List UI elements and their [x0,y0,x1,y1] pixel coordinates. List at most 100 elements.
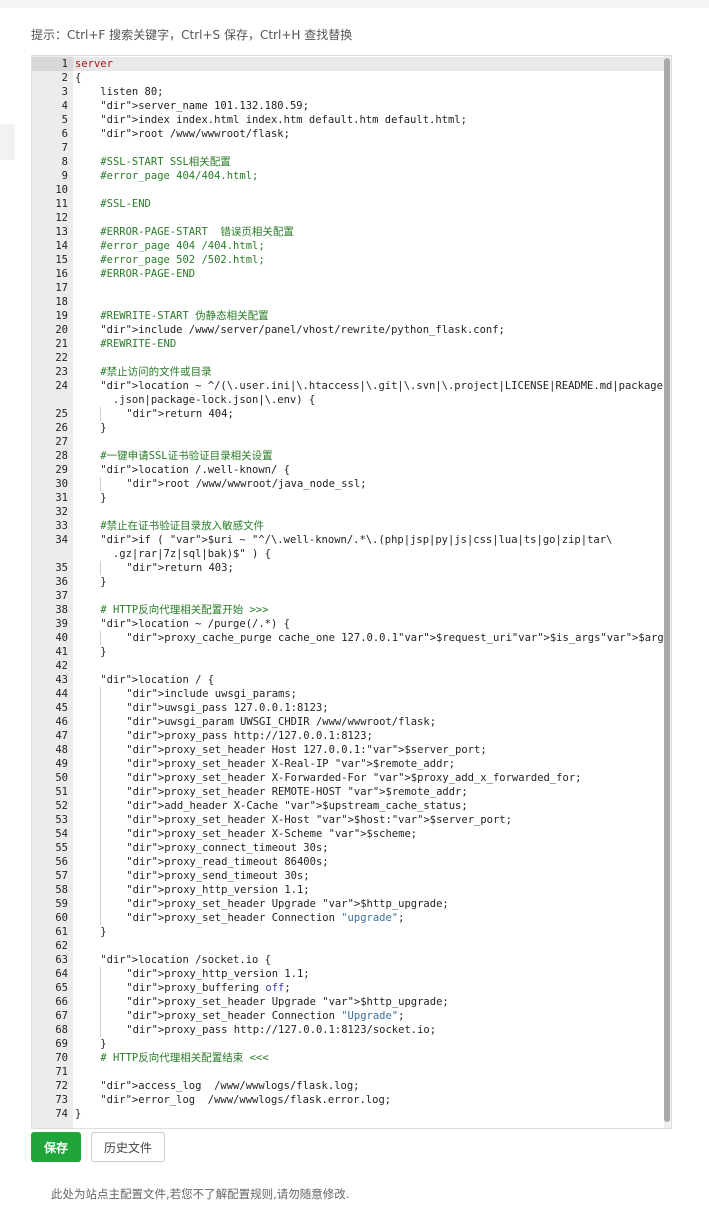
code-line[interactable]: 51 "dir">proxy_set_header REMOTE-HOST "v… [32,785,671,799]
code-line[interactable]: 1 server [32,57,671,71]
code-line[interactable]: 35 "dir">return 403; [32,561,671,575]
line-code[interactable]: "dir">index index.html index.htm default… [75,113,467,127]
line-code[interactable]: "dir">location /socket.io { [75,953,271,967]
code-line[interactable]: 6 "dir">root /www/wwwroot/flask; [32,127,671,141]
save-button[interactable]: 保存 [31,1132,81,1162]
line-code[interactable]: "dir">proxy_connect_timeout 30s; [75,841,329,855]
code-line[interactable]: 49 "dir">proxy_set_header X-Real-IP "var… [32,757,671,771]
code-line[interactable]: 13 #ERROR-PAGE-START 错误页相关配置 [32,225,671,239]
code-line[interactable]: 70 # HTTP反向代理相关配置结束 <<< [32,1051,671,1065]
code-line[interactable]: 50 "dir">proxy_set_header X-Forwarded-Fo… [32,771,671,785]
line-code[interactable]: "dir">server_name 101.132.180.59; [75,99,309,113]
line-code[interactable]: #error_page 404 /404.html; [75,239,264,253]
line-code[interactable]: "dir">error_log /www/wwwlogs/flask.error… [75,1093,391,1107]
line-code[interactable]: "dir">proxy_pass http://127.0.0.1:8123/s… [75,1023,436,1037]
code-line[interactable]: 67 "dir">proxy_set_header Connection "Up… [32,1009,671,1023]
line-code[interactable]: "dir">proxy_http_version 1.1; [75,883,310,897]
line-code[interactable]: } [75,575,106,589]
line-code[interactable]: "dir">proxy_set_header Upgrade "var">$ht… [75,897,449,911]
code-line[interactable]: 57 "dir">proxy_send_timeout 30s; [32,869,671,883]
line-code[interactable]: #REWRITE-END [75,337,176,351]
line-code[interactable]: "dir">include /www/server/panel/vhost/re… [75,323,505,337]
code-line[interactable]: 8 #SSL-START SSL相关配置 [32,155,671,169]
code-line[interactable]: 32 [32,505,671,519]
code-line[interactable]: 45 "dir">uwsgi_pass 127.0.0.1:8123; [32,701,671,715]
line-code[interactable]: #REWRITE-START 伪静态相关配置 [75,309,268,323]
line-code[interactable]: .gz|rar|7z|sql|bak)$" ) { [75,547,271,561]
code-line[interactable]: 46 "dir">uwsgi_param UWSGI_CHDIR /www/ww… [32,715,671,729]
code-line[interactable]: 10 [32,183,671,197]
code-line[interactable]: 69 } [32,1037,671,1051]
line-code[interactable]: #禁止在证书验证目录放入敏感文件 [75,519,264,533]
line-code[interactable]: # HTTP反向代理相关配置结束 <<< [75,1051,268,1065]
line-code[interactable]: "dir">proxy_set_header X-Forwarded-For "… [75,771,581,785]
line-code[interactable]: "dir">uwsgi_param UWSGI_CHDIR /www/wwwro… [75,715,436,729]
line-code[interactable]: } [75,1107,81,1121]
code-line[interactable]: 56 "dir">proxy_read_timeout 86400s; [32,855,671,869]
code-line[interactable]: 71 [32,1065,671,1079]
history-file-button[interactable]: 历史文件 [91,1132,165,1162]
code-line[interactable]: 62 [32,939,671,953]
code-line[interactable]: 3 listen 80; [32,85,671,99]
line-code[interactable]: } [75,645,106,659]
code-line[interactable]: 4 "dir">server_name 101.132.180.59; [32,99,671,113]
line-code[interactable]: "dir">include uwsgi_params; [75,687,297,701]
line-code[interactable]: "dir">return 403; [75,561,234,575]
code-line[interactable]: 12 [32,211,671,225]
code-line[interactable]: 22 [32,351,671,365]
code-line[interactable]: 48 "dir">proxy_set_header Host 127.0.0.1… [32,743,671,757]
code-line[interactable]: 73 "dir">error_log /www/wwwlogs/flask.er… [32,1093,671,1107]
line-code[interactable]: } [75,491,106,505]
code-line[interactable]: 41 } [32,645,671,659]
code-line[interactable]: 7 [32,141,671,155]
line-code[interactable]: "dir">proxy_set_header Connection "Upgra… [75,1009,404,1023]
code-editor[interactable]: 1 server 2{3 listen 80; 4 "dir">server_name… [31,55,672,1129]
line-code[interactable]: } [75,1037,106,1051]
line-code[interactable]: #一键申请SSL证书验证目录相关设置 [75,449,272,463]
line-code[interactable]: "dir">proxy_set_header X-Host "var">$hos… [75,813,512,827]
code-line[interactable]: 18 [32,295,671,309]
code-line[interactable]: 16 #ERROR-PAGE-END [32,267,671,281]
code-line[interactable]: 47 "dir">proxy_pass http://127.0.0.1:812… [32,729,671,743]
line-code[interactable]: #禁止访问的文件或目录 [75,365,211,379]
line-code[interactable]: "dir">location ~ /purge(/.*) { [75,617,290,631]
code-line[interactable]: 72 "dir">access_log /www/wwwlogs/flask.l… [32,1079,671,1093]
code-line[interactable]: 2{ [32,71,671,85]
code-line[interactable]: 44 "dir">include uwsgi_params; [32,687,671,701]
code-line[interactable]: 34 "dir">if ( "var">$uri ~ "^/\.well-kno… [32,533,671,547]
line-code[interactable]: "dir">proxy_set_header X-Real-IP "var">$… [75,757,455,771]
code-line[interactable]: .json|package-lock.json|\.env) { [32,393,671,407]
code-line[interactable]: 25 "dir">return 404; [32,407,671,421]
line-code[interactable]: "dir">proxy_pass http://127.0.0.1:8123; [75,729,373,743]
code-line[interactable]: 17 [32,281,671,295]
code-line[interactable]: 11 #SSL-END [32,197,671,211]
line-code[interactable]: "dir">location ~ ^/(\.user.ini|\.htacces… [75,379,663,393]
code-line[interactable]: 19 #REWRITE-START 伪静态相关配置 [32,309,671,323]
code-line[interactable]: 64 "dir">proxy_http_version 1.1; [32,967,671,981]
line-code[interactable]: } [75,925,106,939]
line-code[interactable]: #ERROR-PAGE-END [75,267,195,281]
scrollbar-thumb[interactable] [664,58,670,1122]
code-line[interactable]: 36 } [32,575,671,589]
code-line[interactable]: 61 } [32,925,671,939]
line-code[interactable]: "dir">location / { [75,673,214,687]
code-line[interactable]: 74} [32,1107,671,1121]
code-line[interactable]: 54 "dir">proxy_set_header X-Scheme "var"… [32,827,671,841]
code-line[interactable]: 23 #禁止访问的文件或目录 [32,365,671,379]
code-line[interactable]: 55 "dir">proxy_connect_timeout 30s; [32,841,671,855]
code-line[interactable]: 63 "dir">location /socket.io { [32,953,671,967]
code-line[interactable]: 9 #error_page 404/404.html; [32,169,671,183]
line-code[interactable]: #ERROR-PAGE-START 错误页相关配置 [75,225,294,239]
code-line[interactable]: 68 "dir">proxy_pass http://127.0.0.1:812… [32,1023,671,1037]
code-line[interactable]: 38 # HTTP反向代理相关配置开始 >>> [32,603,671,617]
line-code[interactable]: "dir">proxy_buffering off; [75,981,291,995]
line-code[interactable]: "dir">proxy_set_header REMOTE-HOST "var"… [75,785,468,799]
editor-scrollbar[interactable] [664,56,671,1128]
code-line[interactable]: .gz|rar|7z|sql|bak)$" ) { [32,547,671,561]
line-code[interactable]: #SSL-START SSL相关配置 [75,155,231,169]
line-code[interactable]: "dir">proxy_send_timeout 30s; [75,869,310,883]
code-line[interactable]: 26 } [32,421,671,435]
code-line[interactable]: 60 "dir">proxy_set_header Connection "up… [32,911,671,925]
line-code[interactable]: "dir">proxy_set_header Connection "upgra… [75,911,404,925]
line-code[interactable]: #error_page 404/404.html; [75,169,258,183]
